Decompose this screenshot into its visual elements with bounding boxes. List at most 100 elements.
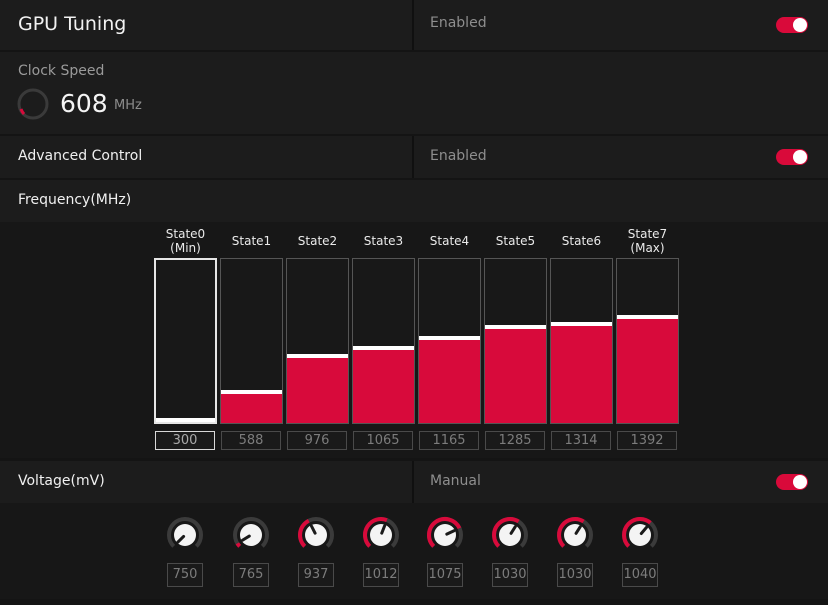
state-3-label: State3 bbox=[352, 234, 415, 248]
knob-dial-icon bbox=[557, 517, 593, 548]
knob-dial-icon bbox=[363, 517, 399, 548]
voltage-knob-6[interactable] bbox=[554, 514, 596, 556]
state-6-label: State6 bbox=[550, 234, 613, 248]
state-1-label: State1 bbox=[220, 234, 283, 248]
voltage-value-1[interactable]: 765 bbox=[233, 563, 269, 587]
state-1-slider[interactable] bbox=[220, 258, 283, 424]
state-7-sub: (Max) bbox=[630, 241, 665, 255]
clock-speed-unit: MHz bbox=[114, 98, 142, 113]
knob-dial-icon bbox=[233, 517, 269, 548]
voltage-label: Voltage(mV) bbox=[18, 473, 105, 489]
voltage-value-2[interactable]: 937 bbox=[298, 563, 334, 587]
frequency-header: Frequency(MHz) bbox=[0, 180, 828, 222]
knob-dial-icon bbox=[298, 517, 334, 548]
state-4-value[interactable]: 1165 bbox=[419, 431, 479, 450]
voltage-value-7[interactable]: 1040 bbox=[622, 563, 658, 587]
voltage-value-6[interactable]: 1030 bbox=[557, 563, 593, 587]
state-3-handle[interactable] bbox=[353, 346, 414, 350]
gpu-tuning-row: GPU Tuning Enabled bbox=[0, 0, 828, 50]
frequency-label: Frequency(MHz) bbox=[18, 192, 132, 208]
knob-level-arc bbox=[235, 542, 242, 548]
advanced-control-row: Advanced Control Enabled bbox=[0, 136, 828, 178]
knob-face bbox=[499, 524, 521, 546]
toggle-knob bbox=[793, 18, 807, 32]
voltage-knob-4[interactable] bbox=[424, 514, 466, 556]
gpu-tuning-toggle[interactable] bbox=[776, 17, 808, 33]
state-5-fill bbox=[485, 329, 546, 423]
knob-face bbox=[434, 524, 456, 546]
voltage-value-5[interactable]: 1030 bbox=[492, 563, 528, 587]
state-1-fill bbox=[221, 394, 282, 423]
advanced-control-toggle[interactable] bbox=[776, 149, 808, 165]
knob-dial-icon bbox=[622, 517, 658, 548]
state-5-label: State5 bbox=[484, 234, 547, 248]
state-0-slider[interactable] bbox=[154, 258, 217, 424]
advanced-control-label: Advanced Control bbox=[18, 148, 143, 164]
state-4-name: State4 bbox=[429, 234, 470, 248]
state-1-value[interactable]: 588 bbox=[221, 431, 281, 450]
state-7-value[interactable]: 1392 bbox=[617, 431, 677, 450]
voltage-knob-0[interactable] bbox=[164, 514, 206, 556]
voltage-knob-1[interactable] bbox=[230, 514, 272, 556]
state-5-value[interactable]: 1285 bbox=[485, 431, 545, 450]
gpu-tuning-cell: GPU Tuning bbox=[0, 0, 412, 50]
state-3-slider[interactable] bbox=[352, 258, 415, 424]
state-2-handle[interactable] bbox=[287, 354, 348, 358]
voltage-toggle[interactable] bbox=[776, 474, 808, 490]
voltage-value-4[interactable]: 1075 bbox=[427, 563, 463, 587]
knob-face bbox=[240, 524, 262, 546]
advanced-control-status-cell: Enabled bbox=[414, 136, 828, 178]
state-2-fill bbox=[287, 358, 348, 423]
voltage-mode-cell: Manual bbox=[414, 461, 828, 503]
voltage-row: Voltage(mV) Manual bbox=[0, 461, 828, 503]
state-0-value[interactable]: 300 bbox=[155, 431, 215, 450]
state-3-name: State3 bbox=[363, 234, 404, 248]
advanced-control-cell: Advanced Control bbox=[0, 136, 412, 178]
state-3-value[interactable]: 1065 bbox=[353, 431, 413, 450]
state-0-sub: (Min) bbox=[170, 241, 201, 255]
voltage-knobs-panel bbox=[0, 503, 828, 599]
state-6-slider[interactable] bbox=[550, 258, 613, 424]
state-2-name: State2 bbox=[297, 234, 338, 248]
state-7-fill bbox=[617, 319, 678, 423]
state-1-handle[interactable] bbox=[221, 390, 282, 394]
knob-face bbox=[305, 524, 327, 546]
state-0-name: State0 bbox=[165, 227, 206, 241]
voltage-value-3[interactable]: 1012 bbox=[363, 563, 399, 587]
state-4-slider[interactable] bbox=[418, 258, 481, 424]
voltage-value-0[interactable]: 750 bbox=[167, 563, 203, 587]
state-2-label: State2 bbox=[286, 234, 349, 248]
toggle-knob bbox=[793, 150, 807, 164]
voltage-knob-5[interactable] bbox=[489, 514, 531, 556]
knob-face bbox=[370, 524, 392, 546]
state-5-name: State5 bbox=[495, 234, 536, 248]
state-0-label: State0 (Min) bbox=[154, 227, 217, 255]
gpu-tuning-title: GPU Tuning bbox=[18, 13, 127, 35]
state-1-name: State1 bbox=[231, 234, 272, 248]
state-5-handle[interactable] bbox=[485, 325, 546, 329]
state-6-handle[interactable] bbox=[551, 322, 612, 326]
toggle-knob bbox=[793, 475, 807, 489]
state-6-value[interactable]: 1314 bbox=[551, 431, 611, 450]
voltage-mode: Manual bbox=[430, 473, 481, 489]
state-7-slider[interactable] bbox=[616, 258, 679, 424]
state-7-name: State7 bbox=[627, 227, 668, 241]
voltage-knob-3[interactable] bbox=[360, 514, 402, 556]
state-6-name: State6 bbox=[561, 234, 602, 248]
state-2-slider[interactable] bbox=[286, 258, 349, 424]
knob-dial-icon bbox=[167, 517, 203, 548]
voltage-knob-2[interactable] bbox=[295, 514, 337, 556]
state-4-handle[interactable] bbox=[419, 336, 480, 340]
state-4-fill bbox=[419, 340, 480, 423]
state-2-value[interactable]: 976 bbox=[287, 431, 347, 450]
knob-dial-icon bbox=[427, 517, 463, 548]
state-3-fill bbox=[353, 350, 414, 423]
state-7-label: State7 (Max) bbox=[616, 227, 679, 255]
state-5-slider[interactable] bbox=[484, 258, 547, 424]
clock-speed-label: Clock Speed bbox=[18, 63, 105, 79]
clock-speed-value: 608 bbox=[60, 89, 108, 118]
advanced-control-status: Enabled bbox=[430, 148, 487, 164]
voltage-knob-7[interactable] bbox=[619, 514, 661, 556]
state-0-handle[interactable] bbox=[156, 418, 215, 422]
state-7-handle[interactable] bbox=[617, 315, 678, 319]
